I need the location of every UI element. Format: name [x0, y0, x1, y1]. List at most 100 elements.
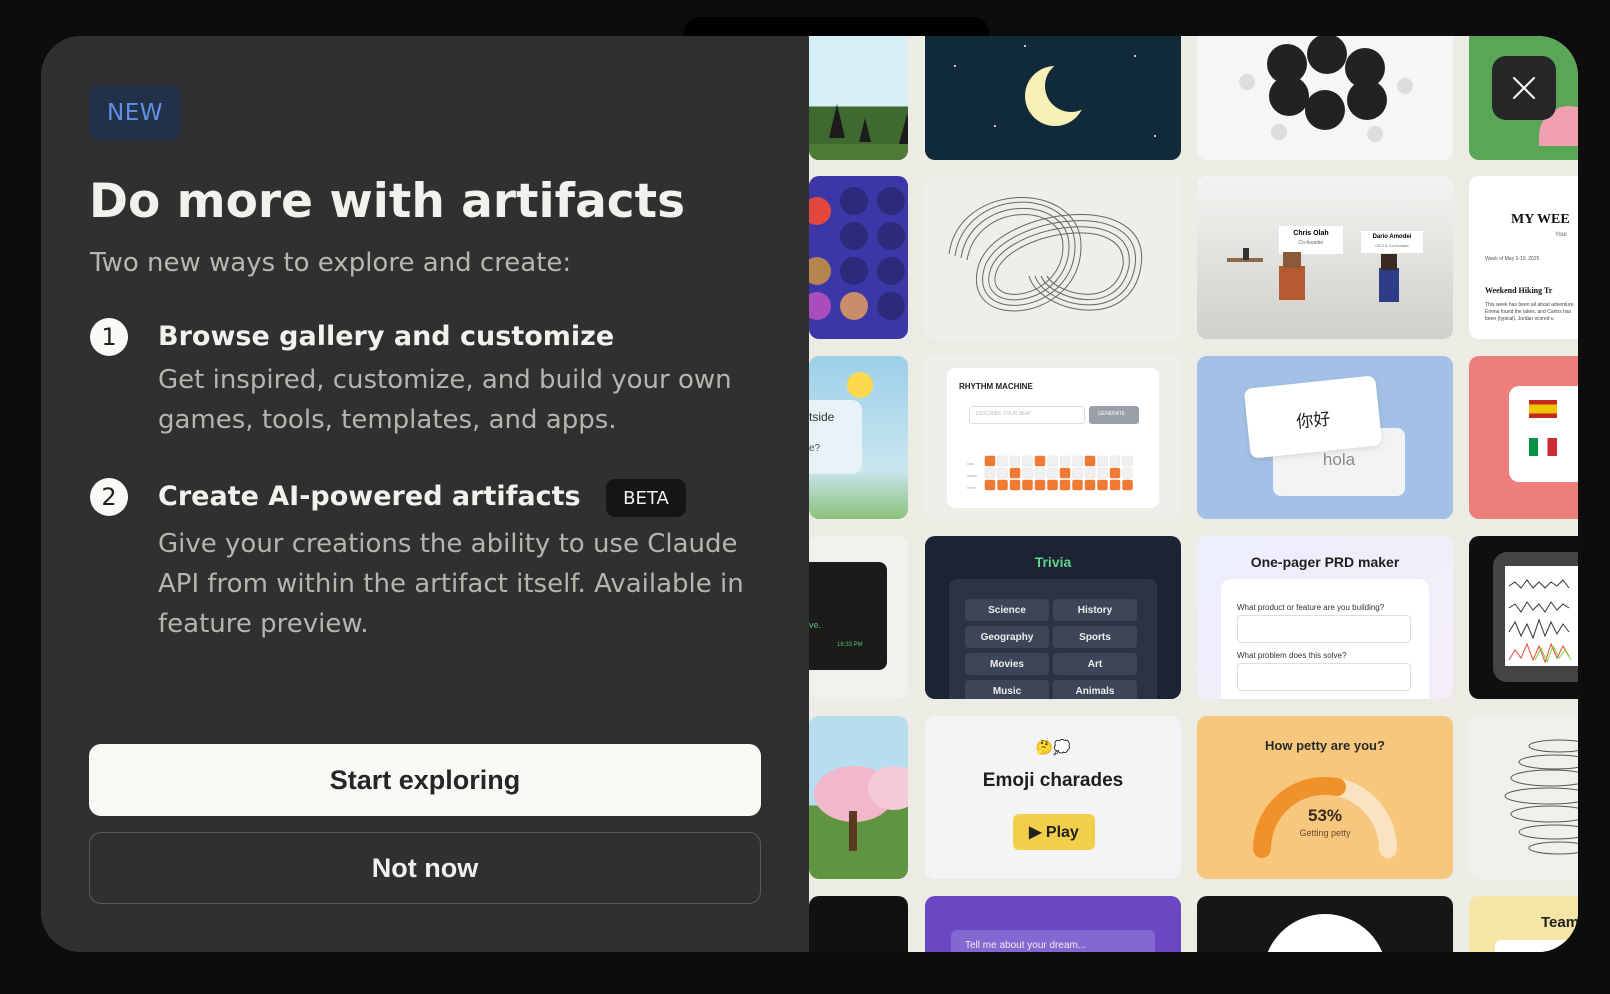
team-panel	[1495, 940, 1578, 952]
modal-title: Do more with artifacts	[89, 174, 686, 229]
gallery-card-language-flags	[1469, 356, 1578, 519]
gallery-preview: tside e? ve. 16:33 PM RHYTHM MACHINE DES…	[809, 36, 1578, 952]
weather-widget: tside e?	[809, 400, 862, 474]
spiral-illustration	[1504, 739, 1578, 855]
gallery-card-team: Team	[1469, 896, 1578, 952]
beat-step	[997, 467, 1008, 479]
gallery-card-tablet-waveform	[1469, 536, 1578, 699]
connect-four-grid	[809, 187, 905, 320]
beat-step	[984, 467, 996, 479]
beat-step	[1122, 479, 1133, 491]
prd-form: What product or feature are you building…	[1221, 579, 1429, 699]
gallery-card-molecule	[1197, 36, 1453, 160]
waveform-lines	[1508, 579, 1572, 664]
beat-step	[1084, 455, 1096, 467]
trivia-category-movies: Movies	[965, 653, 1049, 675]
beat-step	[1009, 467, 1021, 479]
flags-bubble	[1509, 386, 1578, 482]
beat-step	[984, 479, 996, 491]
gallery-card-3d-office: Chris Olah Co-founder Dario Amodei CEO &…	[1197, 176, 1453, 339]
gallery-card-dark	[809, 896, 908, 952]
gallery-card-petty-meter: How petty are you? 53% Getting petty	[1197, 716, 1453, 879]
gallery-card-prd-maker: One-pager PRD maker What product or feat…	[1197, 536, 1453, 699]
gallery-card-dream: Tell me about your dream...	[925, 896, 1181, 952]
beat-step	[1022, 479, 1033, 491]
cherry-tree-illustration	[814, 766, 908, 851]
gallery-card-trivia: Trivia Science History Geography Sports Movi…	[925, 536, 1181, 699]
pine-trees-illustration	[809, 104, 908, 160]
beat-step	[1047, 455, 1058, 467]
beat-step	[1034, 479, 1046, 491]
avatar-circle	[1263, 914, 1387, 952]
step-number-2: 2	[90, 478, 128, 516]
trivia-category-music: Music	[965, 680, 1049, 699]
gallery-card-emoji-charades: 🤔💭 Emoji charades ▶ Play	[925, 716, 1181, 879]
emoji-play-button: ▶ Play	[1013, 814, 1095, 850]
beat-step	[1109, 455, 1121, 467]
step-title: Create AI-powered artifacts	[158, 481, 581, 512]
beat-step	[984, 455, 996, 467]
beat-step	[1022, 455, 1033, 467]
beat-step	[1084, 467, 1096, 479]
wireframe-knot	[948, 197, 1143, 312]
beat-step	[1009, 479, 1021, 491]
moon-illustration	[954, 45, 1156, 137]
gallery-card-weather: tside e?	[809, 356, 908, 519]
artifacts-modal: NEW Do more with artifacts Two new ways …	[41, 36, 1578, 952]
gallery-card-knot	[925, 176, 1181, 339]
close-button[interactable]	[1492, 56, 1556, 120]
trivia-category-geography: Geography	[965, 626, 1049, 648]
gallery-card-moon	[925, 36, 1181, 160]
beat-step	[1059, 455, 1071, 467]
beat-step	[1072, 455, 1083, 467]
rhythm-machine-panel: RHYTHM MACHINE DESCRIBE YOUR BEAT GENERA…	[947, 368, 1159, 508]
beta-badge: BETA	[606, 479, 686, 517]
step-number-1: 1	[90, 318, 128, 356]
beat-step	[1097, 467, 1108, 479]
terminal-window: ve. 16:33 PM	[809, 562, 887, 670]
beat-step	[1022, 467, 1033, 479]
start-exploring-button[interactable]: Start exploring	[89, 744, 761, 816]
beat-row-label: KICK	[967, 462, 975, 466]
prd-input-1	[1237, 615, 1411, 643]
beat-step	[997, 479, 1008, 491]
beat-step	[1059, 479, 1071, 491]
gallery-card-connect-four	[809, 176, 908, 339]
waveform-screen	[1505, 566, 1578, 666]
beat-row-label: HIHAT	[967, 486, 976, 490]
gallery-card-spiral	[1469, 716, 1578, 879]
gallery-card-flashcard: hola 你好	[1197, 356, 1453, 519]
beat-step	[1097, 479, 1108, 491]
prd-input-2	[1237, 663, 1411, 691]
gallery-card-rhythm-machine: RHYTHM MACHINE DESCRIBE YOUR BEAT GENERA…	[925, 356, 1181, 519]
petty-gauge	[1252, 776, 1397, 858]
beat-step	[1059, 467, 1071, 479]
beat-step	[1009, 455, 1021, 467]
beat-step	[1109, 479, 1121, 491]
beat-step	[1034, 467, 1046, 479]
trivia-title: Trivia	[1034, 554, 1072, 570]
beat-step	[1109, 467, 1121, 479]
beat-step	[997, 455, 1008, 467]
beat-step	[1097, 455, 1108, 467]
beat-step	[1122, 467, 1133, 479]
emoji-charades-title: Emoji charades	[982, 770, 1124, 791]
gallery-card-terminal: ve. 16:33 PM	[809, 536, 908, 699]
modal-content-panel: NEW Do more with artifacts Two new ways …	[41, 36, 809, 952]
spain-flag-icon	[1529, 400, 1557, 418]
beat-row-label: SNARE	[967, 474, 977, 478]
close-icon	[1512, 76, 1536, 100]
modal-subtitle: Two new ways to explore and create:	[90, 248, 572, 278]
flashcard-front: 你好	[1243, 375, 1383, 459]
gallery-card-avatar	[1197, 896, 1453, 952]
beat-step	[1072, 479, 1083, 491]
dream-input: Tell me about your dream...	[951, 930, 1155, 952]
trivia-category-sports: Sports	[1053, 626, 1137, 648]
beat-step	[1072, 467, 1083, 479]
step-description: Get inspired, customize, and build your …	[158, 365, 732, 435]
beat-grid: KICK SNARE HIHAT	[967, 455, 1133, 491]
sun-icon	[847, 372, 873, 398]
beat-step	[1047, 467, 1058, 479]
step-title: Browse gallery and customize	[158, 321, 615, 352]
not-now-button[interactable]: Not now	[89, 832, 761, 904]
